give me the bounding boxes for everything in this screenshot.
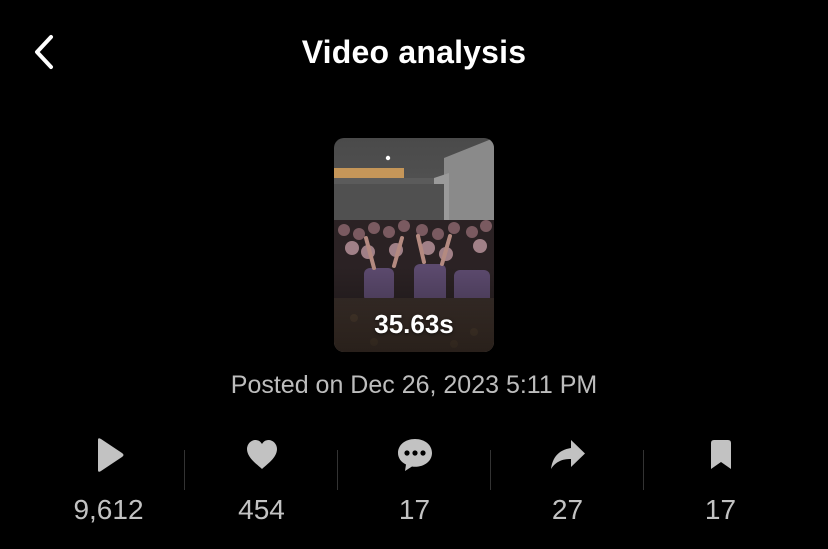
stat-comments-value: 17 xyxy=(398,494,431,525)
video-duration: 35.63s xyxy=(374,309,454,339)
stat-likes[interactable]: 454 xyxy=(185,430,338,530)
share-icon xyxy=(549,432,587,478)
stat-views-value: 9,612 xyxy=(73,494,144,525)
heart-icon xyxy=(244,432,280,478)
stat-shares[interactable]: 27 xyxy=(491,430,644,530)
comment-icon xyxy=(396,432,434,478)
stat-comments[interactable]: 17 xyxy=(338,430,491,530)
stat-likes-value: 454 xyxy=(238,494,285,525)
video-thumbnail[interactable]: 35.63s xyxy=(334,138,494,352)
bookmark-icon xyxy=(708,432,734,478)
stats-row: 9,612 454 17 27 17 xyxy=(32,430,797,530)
posted-date: Posted on Dec 26, 2023 5:11 PM xyxy=(230,371,598,399)
stat-shares-value: 27 xyxy=(551,494,584,525)
page-title: Video analysis xyxy=(301,34,527,70)
stat-views[interactable]: 9,612 xyxy=(32,430,185,530)
play-icon xyxy=(92,432,126,478)
stat-saves[interactable]: 17 xyxy=(644,430,797,530)
stat-saves-value: 17 xyxy=(704,494,737,525)
